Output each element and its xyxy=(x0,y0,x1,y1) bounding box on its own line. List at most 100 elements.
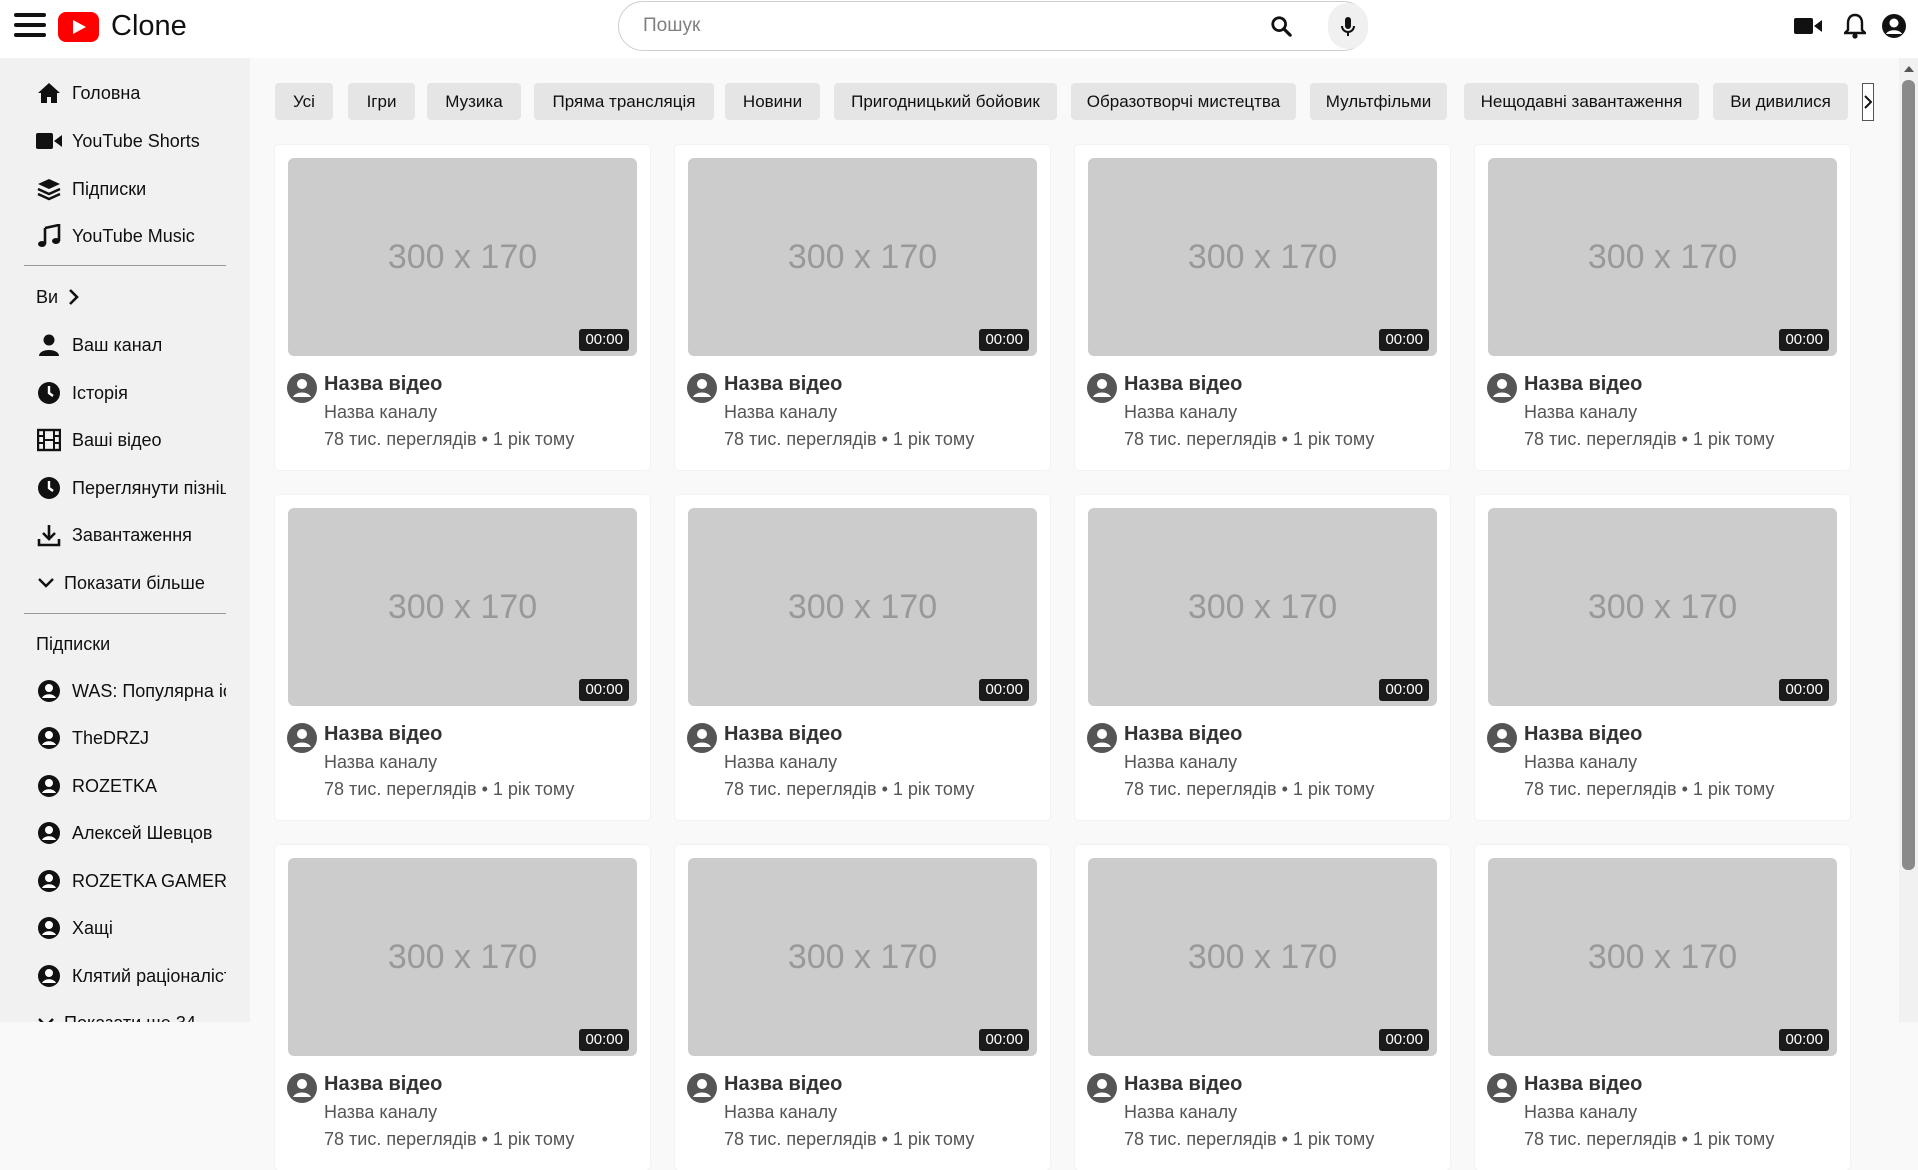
sidebar-show-more[interactable]: Показати більше xyxy=(36,563,226,603)
chip-visual-arts[interactable]: Образотворчі мистецтва xyxy=(1071,83,1296,120)
account-avatar-icon[interactable] xyxy=(1881,13,1907,39)
sidebar-item-your-videos[interactable]: Ваші відео xyxy=(36,420,226,460)
video-thumbnail[interactable]: 300 x 170 00:00 xyxy=(688,858,1037,1056)
channel-avatar-icon[interactable] xyxy=(687,1073,717,1103)
channel-name[interactable]: Назва каналу xyxy=(724,752,837,773)
chip-live[interactable]: Пряма трансляція xyxy=(534,83,714,120)
channel-avatar-icon[interactable] xyxy=(687,373,717,403)
channel-avatar-icon[interactable] xyxy=(687,723,717,753)
video-thumbnail[interactable]: 300 x 170 00:00 xyxy=(1088,508,1437,706)
video-title[interactable]: Назва відео xyxy=(724,723,842,746)
channel-name[interactable]: Назва каналу xyxy=(724,1102,837,1123)
chip-cartoons[interactable]: Мультфільми xyxy=(1310,83,1447,120)
sidebar-show-more-subs[interactable]: Показати ще 34 xyxy=(36,1003,226,1022)
video-thumbnail[interactable]: 300 x 170 00:00 xyxy=(1488,158,1837,356)
channel-avatar-icon[interactable] xyxy=(287,1073,317,1103)
channel-avatar-icon[interactable] xyxy=(1087,373,1117,403)
video-title[interactable]: Назва відео xyxy=(324,723,442,746)
scrollbar-thumb[interactable] xyxy=(1902,80,1915,870)
microphone-button[interactable] xyxy=(1328,3,1368,49)
sidebar-sub-channel[interactable]: Алексей Шевцов xyxy=(36,813,226,853)
video-card[interactable]: 300 x 170 00:00 Назва відео Назва каналу 78 … xyxy=(1475,845,1850,1170)
search-input[interactable] xyxy=(643,12,1223,40)
sidebar-sub-channel[interactable]: TheDRZJ xyxy=(36,718,226,758)
video-title[interactable]: Назва відео xyxy=(1524,723,1642,746)
video-card[interactable]: 300 x 170 00:00 Назва відео Назва каналу 78 … xyxy=(275,145,650,470)
channel-name[interactable]: Назва каналу xyxy=(1524,752,1637,773)
video-card[interactable]: 300 x 170 00:00 Назва відео Назва каналу 78 … xyxy=(1475,145,1850,470)
video-thumbnail[interactable]: 300 x 170 00:00 xyxy=(688,158,1037,356)
sidebar-item-shorts[interactable]: YouTube Shorts xyxy=(36,121,226,161)
sidebar-item-home[interactable]: Головна xyxy=(36,73,226,113)
chip-games[interactable]: Ігри xyxy=(348,83,415,120)
video-card[interactable]: 300 x 170 00:00 Назва відео Назва каналу 78 … xyxy=(1075,495,1450,820)
channel-name[interactable]: Назва каналу xyxy=(324,402,437,423)
video-title[interactable]: Назва відео xyxy=(324,1073,442,1096)
channel-name[interactable]: Назва каналу xyxy=(1124,1102,1237,1123)
video-title[interactable]: Назва відео xyxy=(1124,723,1242,746)
video-thumbnail[interactable]: 300 x 170 00:00 xyxy=(688,508,1037,706)
create-video-icon[interactable] xyxy=(1794,16,1822,36)
video-card[interactable]: 300 x 170 00:00 Назва відео Назва каналу 78 … xyxy=(1475,495,1850,820)
channel-avatar-icon[interactable] xyxy=(1487,373,1517,403)
video-card[interactable]: 300 x 170 00:00 Назва відео Назва каналу 78 … xyxy=(675,845,1050,1170)
sidebar-sub-channel[interactable]: WAS: Популярна історія xyxy=(36,671,226,711)
sidebar-item-music[interactable]: YouTube Music xyxy=(36,216,226,256)
channel-name[interactable]: Назва каналу xyxy=(724,402,837,423)
chip-news[interactable]: Новини xyxy=(725,83,820,120)
video-thumbnail[interactable]: 300 x 170 00:00 xyxy=(288,158,637,356)
sidebar-item-subscriptions[interactable]: Підписки xyxy=(36,169,226,209)
sidebar-you-heading[interactable]: Ви xyxy=(36,277,226,317)
channel-name[interactable]: Назва каналу xyxy=(324,752,437,773)
video-card[interactable]: 300 x 170 00:00 Назва відео Назва каналу 78 … xyxy=(1075,145,1450,470)
chip-all[interactable]: Усі xyxy=(275,83,333,120)
channel-name[interactable]: Назва каналу xyxy=(1124,752,1237,773)
video-card[interactable]: 300 x 170 00:00 Назва відео Назва каналу 78 … xyxy=(675,495,1050,820)
sidebar-sub-channel[interactable]: ROZETKA xyxy=(36,766,226,806)
channel-avatar-icon[interactable] xyxy=(1487,723,1517,753)
channel-name[interactable]: Назва каналу xyxy=(324,1102,437,1123)
sidebar-sub-channel[interactable]: Клятий раціоналіст xyxy=(36,956,226,996)
video-title[interactable]: Назва відео xyxy=(1524,1073,1642,1096)
video-title[interactable]: Назва відео xyxy=(1524,373,1642,396)
video-thumbnail[interactable]: 300 x 170 00:00 xyxy=(288,508,637,706)
sidebar-item-downloads[interactable]: Завантаження xyxy=(36,515,226,555)
channel-avatar-icon[interactable] xyxy=(287,373,317,403)
channel-avatar-icon[interactable] xyxy=(1087,1073,1117,1103)
video-title[interactable]: Назва відео xyxy=(1124,1073,1242,1096)
channel-name[interactable]: Назва каналу xyxy=(1124,402,1237,423)
scroll-up-arrow-icon[interactable] xyxy=(1904,66,1914,72)
video-thumbnail[interactable]: 300 x 170 00:00 xyxy=(1088,158,1437,356)
video-card[interactable]: 300 x 170 00:00 Назва відео Назва каналу 78 … xyxy=(1075,845,1450,1170)
video-card[interactable]: 300 x 170 00:00 Назва відео Назва каналу 78 … xyxy=(275,495,650,820)
chip-music[interactable]: Музика xyxy=(427,83,521,120)
channel-avatar-icon[interactable] xyxy=(1487,1073,1517,1103)
sidebar-sub-channel[interactable]: Хащі xyxy=(36,908,226,948)
video-thumbnail[interactable]: 300 x 170 00:00 xyxy=(1488,508,1837,706)
video-thumbnail[interactable]: 300 x 170 00:00 xyxy=(288,858,637,1056)
page-scrollbar[interactable] xyxy=(1899,58,1918,1022)
logo[interactable]: Clone xyxy=(58,10,187,43)
video-card[interactable]: 300 x 170 00:00 Назва відео Назва каналу 78 … xyxy=(275,845,650,1170)
channel-avatar-icon[interactable] xyxy=(287,723,317,753)
video-title[interactable]: Назва відео xyxy=(724,1073,842,1096)
notifications-bell-icon[interactable] xyxy=(1844,13,1866,39)
hamburger-menu-icon[interactable] xyxy=(12,10,46,42)
video-title[interactable]: Назва відео xyxy=(324,373,442,396)
channel-name[interactable]: Назва каналу xyxy=(1524,1102,1637,1123)
channel-avatar-icon[interactable] xyxy=(1087,723,1117,753)
video-thumbnail[interactable]: 300 x 170 00:00 xyxy=(1088,858,1437,1056)
video-title[interactable]: Назва відео xyxy=(724,373,842,396)
sidebar-item-your-channel[interactable]: Ваш канал xyxy=(36,325,226,365)
video-title[interactable]: Назва відео xyxy=(1124,373,1242,396)
video-thumbnail[interactable]: 300 x 170 00:00 xyxy=(1488,858,1837,1056)
chips-scroll-right-button[interactable] xyxy=(1862,83,1874,121)
video-card[interactable]: 300 x 170 00:00 Назва відео Назва каналу 78 … xyxy=(675,145,1050,470)
chip-action-adventure[interactable]: Пригодницький бойовик xyxy=(834,83,1057,120)
channel-name[interactable]: Назва каналу xyxy=(1524,402,1637,423)
chip-watched[interactable]: Ви дивилися xyxy=(1713,83,1848,120)
chip-recently-uploaded[interactable]: Нещодавні завантаження xyxy=(1464,83,1699,120)
search-icon[interactable] xyxy=(1270,15,1292,37)
sidebar-item-watch-later[interactable]: Переглянути пізніше xyxy=(36,468,226,508)
sidebar-item-history[interactable]: Історія xyxy=(36,373,226,413)
